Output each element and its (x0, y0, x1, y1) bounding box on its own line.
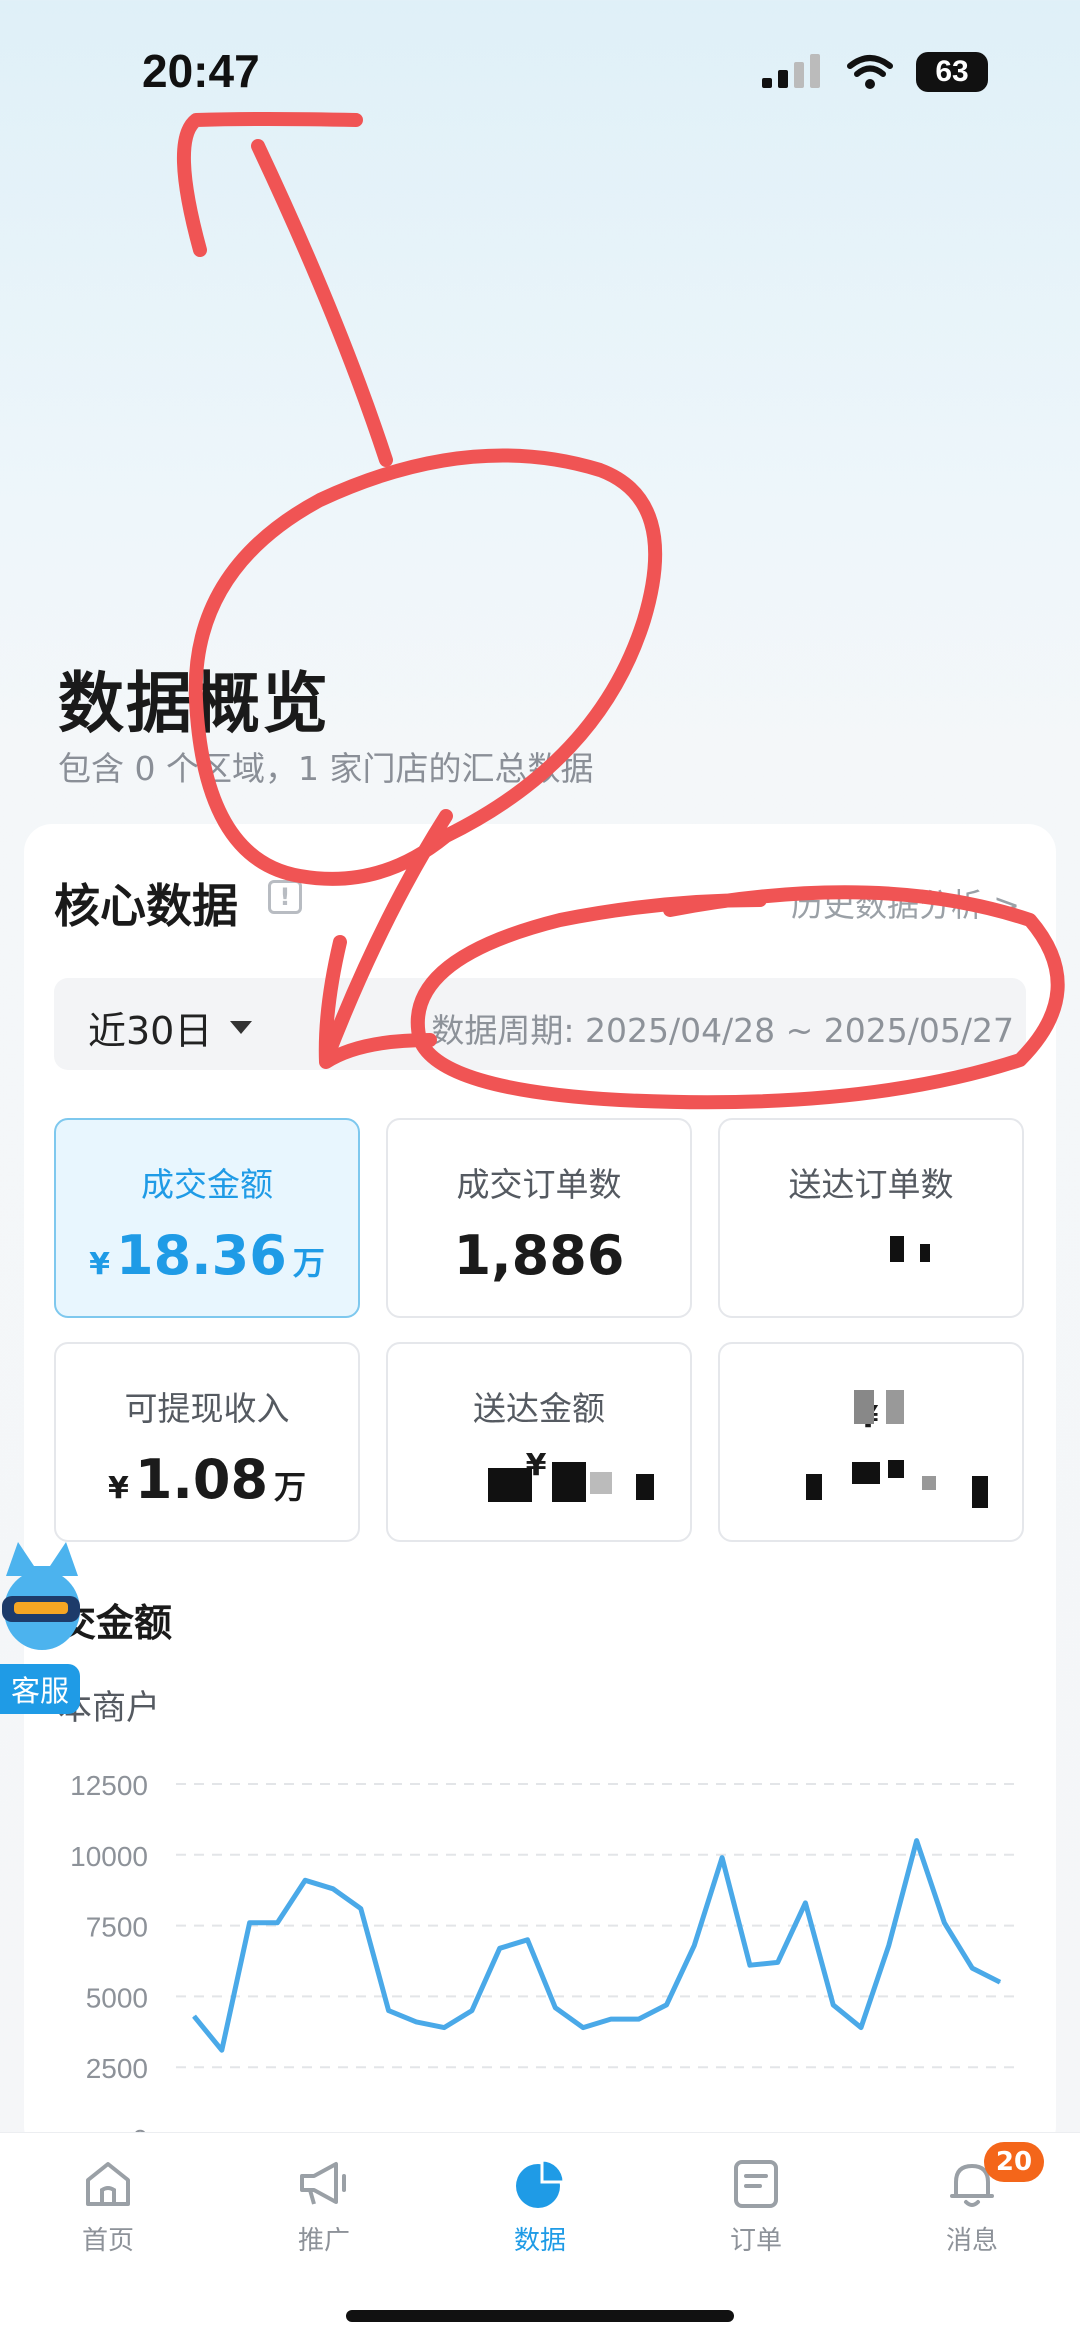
tab-label: 推广 (297, 2226, 350, 2256)
chart-point (499, 1947, 501, 1949)
chart-point (415, 2021, 417, 2023)
metric-number: 1,886 (453, 1224, 625, 1287)
y-tick-label: 12500 (70, 1770, 148, 1801)
tab-label: 订单 (729, 2226, 782, 2256)
metric-number: 1.08 (134, 1448, 269, 1511)
metric-value: ¥ 1.08 万 (108, 1448, 306, 1511)
home-icon (86, 2162, 130, 2206)
chart-point (332, 1888, 334, 1890)
chart-series-line (192, 1838, 1002, 2053)
metric-gmv[interactable]: 成交金额 ¥ 18.36 万 (54, 1118, 360, 1318)
chart-point (360, 1908, 362, 1910)
chart-point (471, 2010, 473, 2012)
home-indicator (346, 2310, 734, 2322)
chart-point (193, 2015, 195, 2017)
page-subtitle: 包含 0 个区域，1 家门店的汇总数据 (58, 749, 594, 788)
chart-point (721, 1857, 723, 1859)
chart-point (610, 2018, 612, 2020)
chart-point (276, 1922, 278, 1924)
customer-service-badge[interactable]: 客服 (0, 1664, 80, 1714)
chart-point (582, 2027, 584, 2029)
metric-withdrawable-income[interactable]: 可提现收入 ¥ 1.08 万 (54, 1342, 360, 1542)
metric-label: 成交金额 (141, 1165, 273, 1204)
chart-point (221, 2049, 223, 2051)
tab-label: 数据 (513, 2226, 566, 2256)
metric-unit: 万 (274, 1468, 307, 1506)
metric-label: 成交订单数 (456, 1165, 622, 1204)
metric-label: 可提现收入 (124, 1389, 290, 1428)
cellular-signal-icon (762, 54, 820, 88)
period-select-label: 近30日 (88, 1009, 213, 1053)
core-data-title: 核心数据 (54, 879, 238, 933)
megaphone-icon (300, 2162, 346, 2205)
metric-delivered-amount[interactable]: 送达金额 ¥ (386, 1342, 692, 1542)
chart-point (860, 2027, 862, 2029)
chart-point (388, 2010, 390, 2012)
chart-point (971, 1967, 973, 1969)
period-range: 数据周期: 2025/04/28 ~ 2025/05/27 (431, 1011, 1014, 1050)
metric-value: ¥ 18.36 万 (89, 1224, 325, 1287)
chart-point (693, 1944, 695, 1946)
annotation-arrow-to-time (177, 112, 393, 467)
chart-point (916, 1840, 918, 1842)
chart-point (777, 1961, 779, 1963)
tab-orders[interactable]: 订单 (686, 2158, 826, 2257)
metric-label: 送达金额 (473, 1389, 605, 1428)
metric-value: 1,886 (454, 1224, 625, 1287)
chart-point (527, 1939, 529, 1941)
y-tick-label: 5000 (86, 1982, 148, 2013)
tab-promotion[interactable]: 推广 (254, 2158, 394, 2257)
tab-data[interactable]: 数据 (470, 2158, 610, 2257)
chart-point (804, 1902, 806, 1904)
chart-point (554, 2007, 556, 2009)
gmv-line-chart: 12500100007500500025000 (70, 1770, 1018, 2140)
chart-point (943, 1922, 945, 1924)
y-tick-label: 7500 (86, 1912, 148, 1943)
metric-number: 18.36 (116, 1224, 287, 1287)
y-tick-label: 10000 (70, 1841, 148, 1872)
metric-unit: 万 (292, 1244, 325, 1282)
battery-indicator: 63 (916, 52, 988, 92)
chart-point (832, 2004, 834, 2006)
currency-symbol: ¥ (89, 1247, 111, 1282)
chart-point (749, 1964, 751, 1966)
customer-service-mascot[interactable] (0, 1540, 80, 1674)
robot-cat-icon (2, 1542, 80, 1650)
page-title: 数据概览 (58, 665, 330, 742)
caret-down-icon (230, 1021, 253, 1034)
status-icons: 63 (762, 50, 988, 94)
metric-redacted[interactable]: ¥ (718, 1342, 1024, 1542)
wifi-icon (847, 55, 893, 89)
chart-point (304, 1879, 306, 1881)
chart-point (665, 2004, 667, 2006)
chart-point (638, 2018, 640, 2020)
metric-order-count[interactable]: 成交订单数 1,886 (386, 1118, 692, 1318)
currency-symbol: ¥ (107, 1471, 129, 1506)
pie-chart-icon (516, 2158, 566, 2208)
tab-home[interactable]: 首页 (38, 2158, 178, 2257)
status-time: 20:47 (142, 45, 260, 97)
metric-delivered-orders[interactable]: 送达订单数 (718, 1118, 1024, 1318)
history-analysis-link[interactable]: 历史数据分析 > (791, 880, 1020, 926)
info-icon[interactable]: ! (268, 880, 302, 914)
chart-point (249, 1922, 251, 1924)
chart-point (888, 1944, 890, 1946)
tab-label: 消息 (945, 2226, 998, 2256)
metric-label: 送达订单数 (788, 1165, 954, 1204)
y-tick-label: 2500 (86, 2053, 148, 2084)
period-select[interactable]: 近30日 (88, 1000, 253, 1055)
tab-label: 首页 (81, 2226, 134, 2256)
order-doc-icon (734, 2160, 778, 2208)
chart-point (999, 1981, 1001, 1983)
message-count-badge: 20 (984, 2142, 1044, 2182)
chart-point (443, 2027, 445, 2029)
